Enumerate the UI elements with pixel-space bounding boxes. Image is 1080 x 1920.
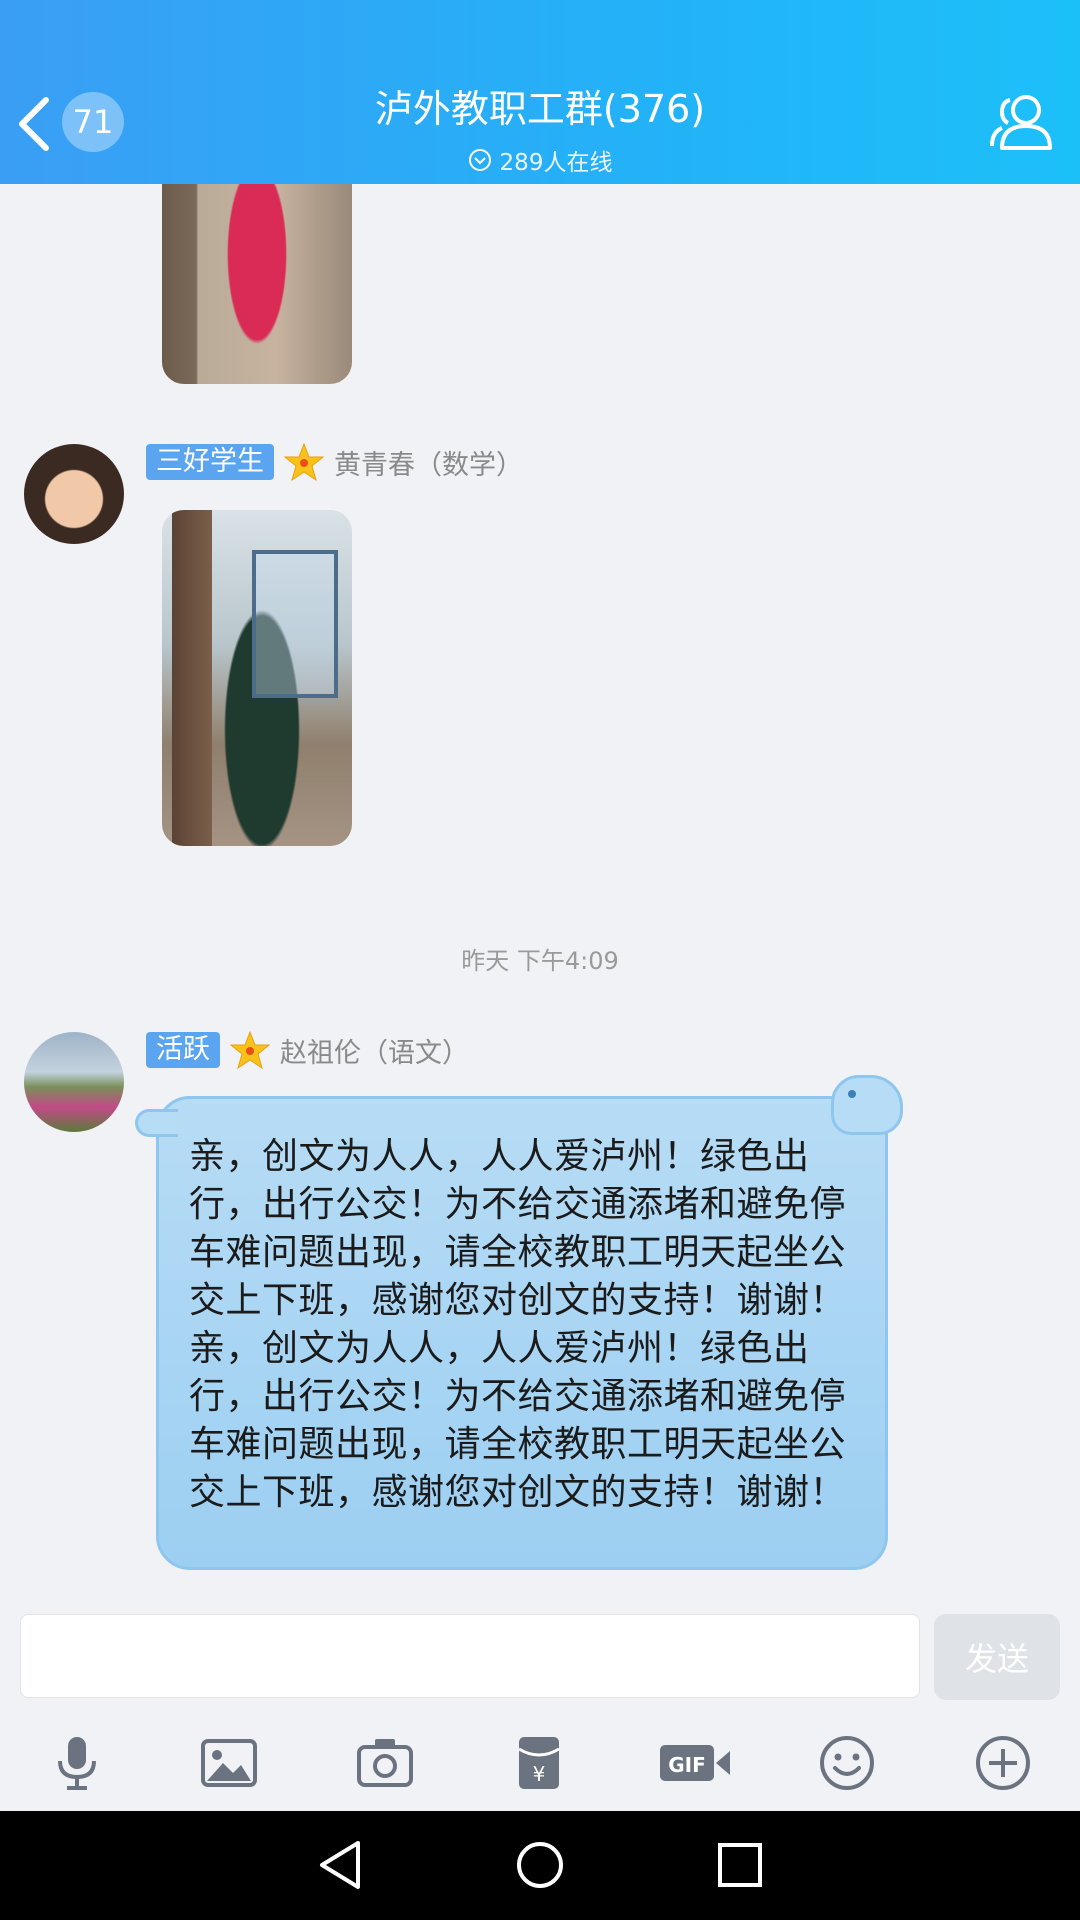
back-button[interactable]: 71 <box>14 90 124 154</box>
gif-button[interactable]: GIF <box>658 1728 732 1798</box>
unread-badge: 71 <box>62 92 124 152</box>
svg-text:¥: ¥ <box>533 1762 546 1786</box>
plus-icon <box>976 1736 1030 1790</box>
avatar[interactable] <box>24 1032 124 1132</box>
sender-name[interactable]: 赵祖伦（语文） <box>280 1031 469 1070</box>
emoji-button[interactable] <box>812 1728 882 1798</box>
message-timestamp: 昨天 下午4:09 <box>461 947 619 975</box>
message-bubble[interactable]: 亲，创文为人人，人人爱泸州！绿色出行，出行公交！为不给交通添堵和避免停车难问题出… <box>135 1075 903 1570</box>
input-toolbar: ¥ GIF <box>0 1728 1080 1804</box>
system-nav-bar <box>0 1811 1080 1920</box>
photo-button[interactable] <box>194 1728 264 1798</box>
chat-header: 71 泸外教职工群(376) 289人在线 <box>0 0 1080 184</box>
microphone-icon <box>58 1737 96 1790</box>
nav-home-icon[interactable] <box>508 1833 572 1897</box>
image-icon <box>201 1739 257 1787</box>
voice-button[interactable] <box>42 1728 112 1798</box>
member-title-badge: 活跃 <box>146 1032 220 1068</box>
bubble-tail <box>135 1109 178 1137</box>
avatar[interactable] <box>24 444 124 544</box>
message-input[interactable] <box>20 1614 920 1698</box>
sender-row: 活跃 赵祖伦（语文） <box>146 1030 469 1070</box>
red-packet-icon: ¥ <box>518 1737 560 1789</box>
sender-row: 三好学生 黄青春（数学） <box>146 442 523 482</box>
nav-back-icon[interactable] <box>308 1833 372 1897</box>
message-photo[interactable] <box>162 510 352 846</box>
chevron-left-icon <box>19 97 49 151</box>
sender-name[interactable]: 黄青春（数学） <box>334 443 523 482</box>
red-packet-button[interactable]: ¥ <box>504 1728 574 1798</box>
title-area: 泸外教职工群(376) 289人在线 <box>240 78 840 177</box>
online-count: 289人在线 <box>499 150 613 176</box>
input-area: 发送 ¥ GIF <box>0 1594 1080 1811</box>
chat-messages[interactable]: 三好学生 黄青春（数学） 昨天 下午4:09 活跃 赵祖伦（语文） 亲，创文为人… <box>0 184 1080 1594</box>
nav-recents-icon[interactable] <box>708 1833 772 1897</box>
more-button[interactable] <box>968 1728 1038 1798</box>
star-icon <box>284 442 324 482</box>
emoji-icon <box>820 1736 874 1790</box>
message-text: 亲，创文为人人，人人爱泸州！绿色出行，出行公交！为不给交通添堵和避免停车难问题出… <box>189 1136 847 1513</box>
message-photo[interactable] <box>162 184 352 384</box>
group-title: 泸外教职工群(376) <box>374 87 706 131</box>
camera-button[interactable] <box>350 1728 420 1798</box>
gif-icon: GIF <box>660 1745 730 1781</box>
camera-icon <box>357 1739 413 1787</box>
star-icon <box>230 1030 270 1070</box>
member-title-badge: 三好学生 <box>146 444 274 480</box>
group-members-icon[interactable] <box>988 88 1058 158</box>
send-button[interactable]: 发送 <box>934 1614 1060 1700</box>
online-status[interactable]: 289人在线 <box>240 143 840 177</box>
bubble-decoration <box>831 1075 903 1135</box>
chevron-circle-down-icon <box>468 149 491 171</box>
svg-text:GIF: GIF <box>668 1753 706 1777</box>
